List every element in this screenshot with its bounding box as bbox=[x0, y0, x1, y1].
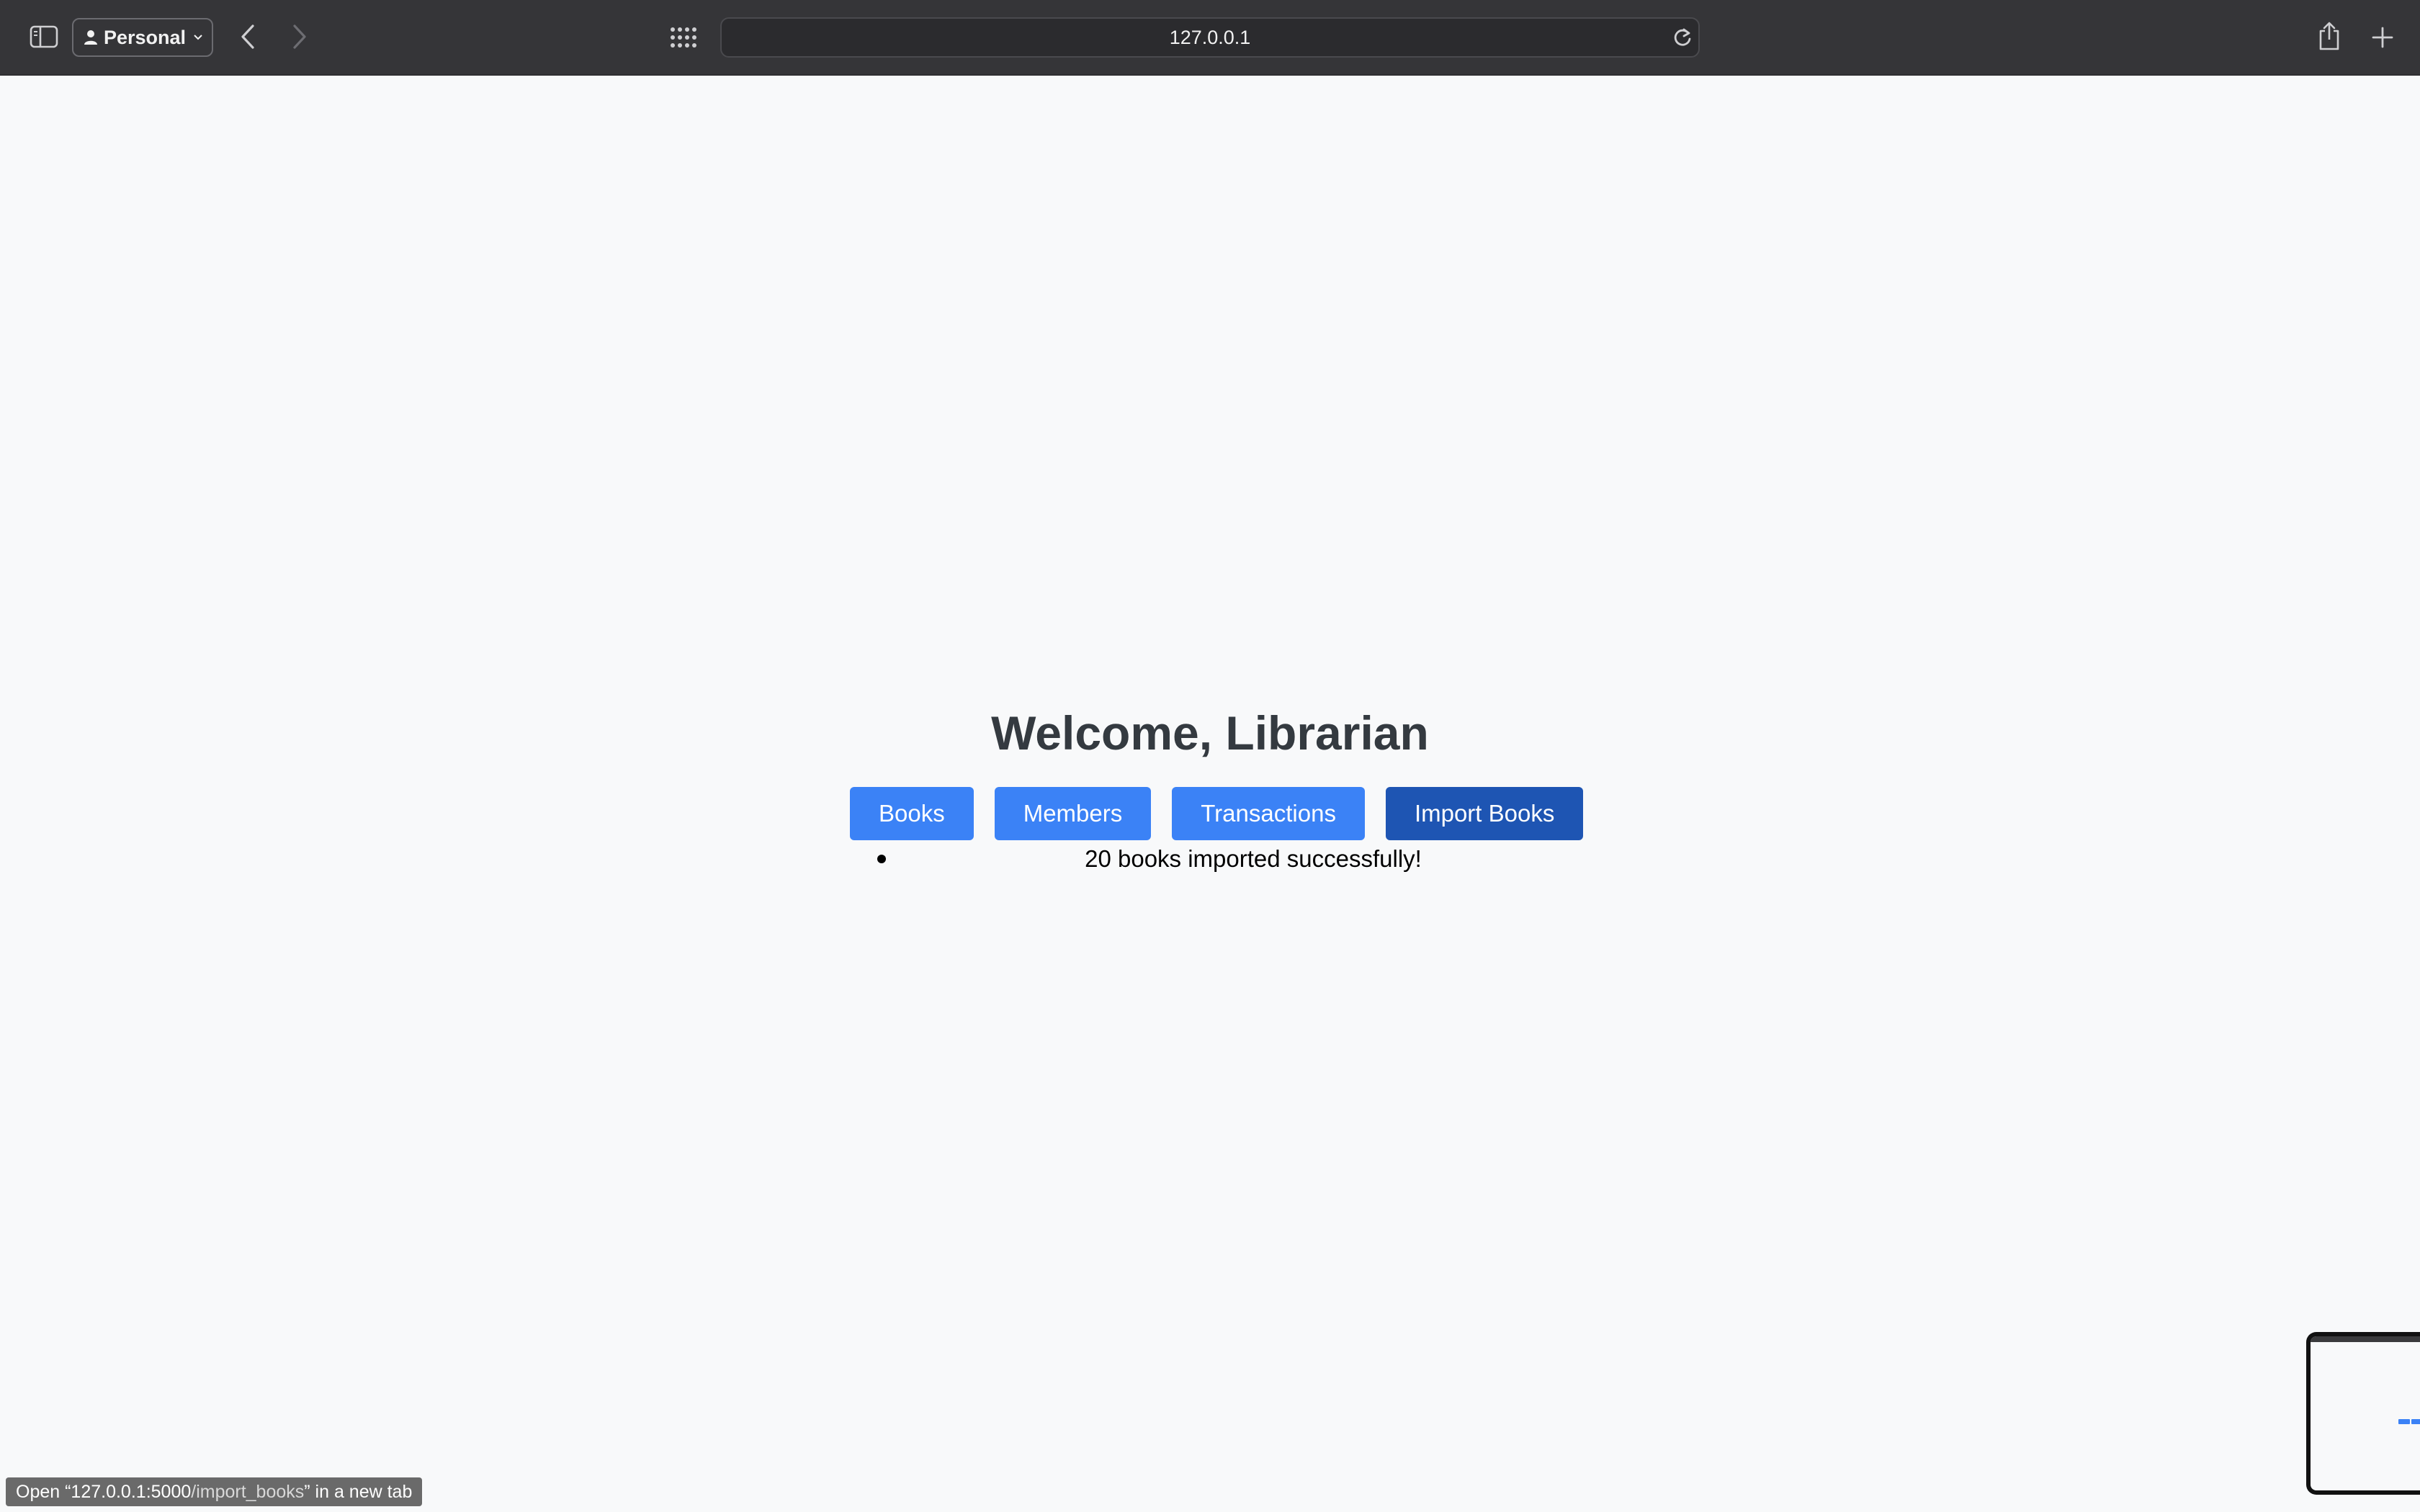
status-prefix: Open “127.0.0.1:5000 bbox=[16, 1481, 192, 1502]
members-button[interactable]: Members bbox=[994, 787, 1152, 840]
page-content: Welcome, Librarian Books Members Transac… bbox=[0, 76, 2420, 1512]
bullet-icon bbox=[877, 855, 886, 863]
window-thumbnail[interactable] bbox=[2306, 1332, 2420, 1495]
browser-toolbar: Personal 127.0.0.1 bbox=[0, 0, 2420, 76]
status-bar: Open “127.0.0.1:5000/import_books” in a … bbox=[6, 1477, 423, 1506]
reload-icon[interactable] bbox=[1670, 24, 1695, 50]
address-text: 127.0.0.1 bbox=[1169, 26, 1251, 48]
address-bar[interactable]: 127.0.0.1 bbox=[720, 17, 1700, 58]
main-nav: Books Members Transactions Import Books bbox=[850, 787, 1584, 840]
plus-icon[interactable] bbox=[2367, 22, 2398, 53]
thumbnail-toolbar bbox=[2311, 1336, 2420, 1342]
thumbnail-button bbox=[2411, 1419, 2420, 1424]
flash-message: 20 books imported successfully! bbox=[850, 845, 1570, 873]
back-arrow-icon[interactable] bbox=[235, 22, 261, 52]
share-icon[interactable] bbox=[2315, 19, 2344, 53]
person-icon bbox=[84, 30, 98, 45]
profile-button[interactable]: Personal bbox=[72, 18, 213, 57]
thumbnail-button bbox=[2398, 1419, 2410, 1424]
forward-arrow-icon[interactable] bbox=[287, 22, 313, 52]
transactions-button[interactable]: Transactions bbox=[1172, 787, 1365, 840]
page-title: Welcome, Librarian bbox=[991, 706, 1429, 760]
grid-icon[interactable] bbox=[667, 23, 700, 52]
thumbnail-screen bbox=[2311, 1336, 2420, 1490]
chevron-down-icon bbox=[193, 34, 203, 41]
import-books-button[interactable]: Import Books bbox=[1385, 787, 1584, 840]
flash-message-text: 20 books imported successfully! bbox=[1085, 845, 1422, 872]
status-path: /import_books bbox=[191, 1481, 305, 1502]
flash-messages: 20 books imported successfully! bbox=[850, 845, 1570, 873]
sidebar-icon[interactable] bbox=[27, 23, 60, 50]
profile-label: Personal bbox=[104, 26, 187, 48]
status-suffix: ” in a new tab bbox=[304, 1481, 413, 1502]
books-button[interactable]: Books bbox=[850, 787, 974, 840]
